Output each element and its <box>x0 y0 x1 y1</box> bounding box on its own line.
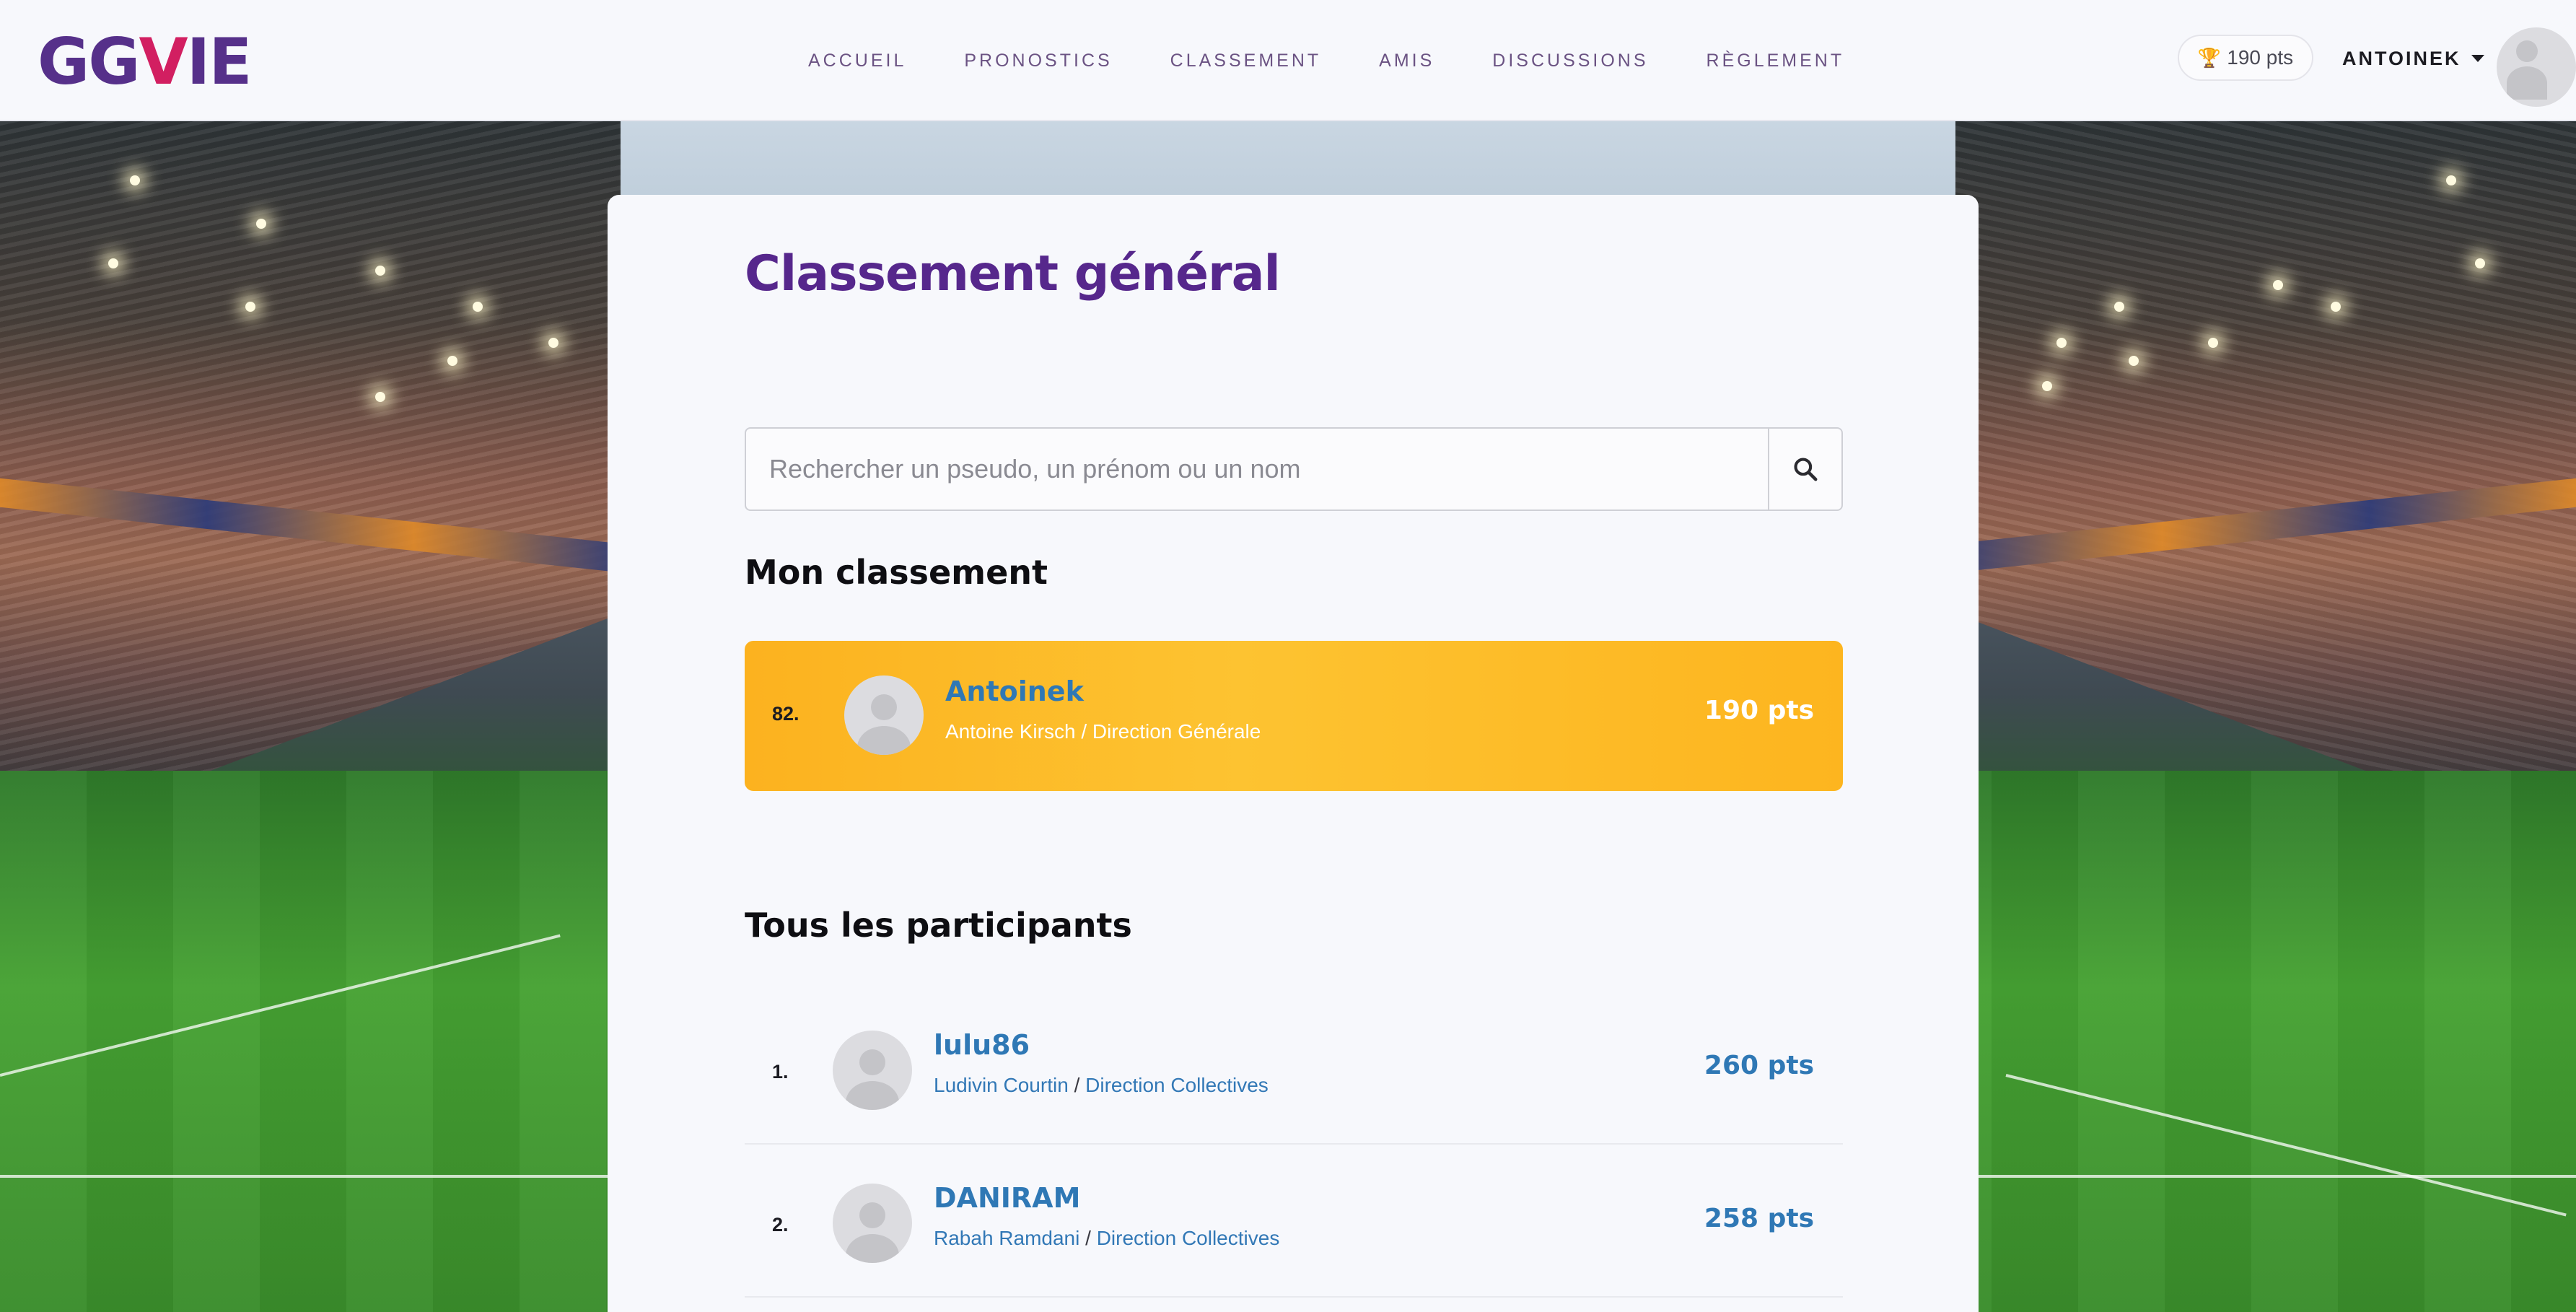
avatar <box>844 675 924 755</box>
search-bar <box>745 427 1843 511</box>
avatar <box>833 1031 912 1110</box>
points-badge: 🏆 190 pts <box>2178 35 2313 81</box>
participant-department: Direction Collectives <box>1096 1227 1280 1249</box>
nav-amis[interactable]: AMIS <box>1379 51 1434 71</box>
participant-name: Antoine Kirsch <box>945 720 1076 743</box>
pitch-line <box>0 1175 621 1178</box>
ggvie-logo[interactable]: GG V IE <box>38 25 252 99</box>
pitch-line <box>0 934 561 1077</box>
my-ranking-row[interactable]: 82. Antoinek Antoine Kirsch / Direction … <box>745 641 1843 791</box>
rank-number: 2. <box>772 1214 789 1236</box>
my-ranking-heading: Mon classement <box>745 553 1048 592</box>
participant-details: Rabah Ramdani / Direction Collectives <box>934 1227 1279 1250</box>
participant-name: Rabah Ramdani <box>934 1227 1080 1249</box>
participant-points: 190 pts <box>1704 696 1814 725</box>
participant-pseudo[interactable]: lulu86 <box>934 1029 1030 1061</box>
pitch-line <box>1955 1175 2576 1178</box>
logo-prefix: GG <box>38 24 140 99</box>
caret-down-icon <box>2471 55 2484 62</box>
avatar <box>833 1184 912 1263</box>
participant-points: 260 pts <box>1704 1051 1814 1080</box>
nav-classement[interactable]: CLASSEMENT <box>1170 51 1321 71</box>
participant-department: Direction Générale <box>1092 720 1261 743</box>
search-input[interactable] <box>746 429 1768 510</box>
nav-discussions[interactable]: DISCUSSIONS <box>1492 51 1648 71</box>
separator: / <box>1074 1074 1080 1096</box>
logo-suffix: IE <box>186 24 253 99</box>
participant-pseudo[interactable]: Antoinek <box>945 675 1084 707</box>
participant-name: Ludivin Courtin <box>934 1074 1069 1096</box>
separator: / <box>1085 1227 1091 1249</box>
username: ANTOINEK <box>2342 47 2461 69</box>
participant-row[interactable]: 2. DANIRAM Rabah Ramdani / Direction Col… <box>745 1146 1843 1298</box>
participant-row[interactable]: 1. lulu86 Ludivin Courtin / Direction Co… <box>745 993 1843 1145</box>
separator: / <box>1081 720 1087 743</box>
participant-points: 258 pts <box>1704 1204 1814 1233</box>
page-title: Classement général <box>745 245 1281 302</box>
participant-pseudo[interactable]: DANIRAM <box>934 1182 1080 1214</box>
nav-reglement[interactable]: RÈGLEMENT <box>1707 51 1845 71</box>
trophy-icon: 🏆 <box>2197 46 2222 69</box>
top-navigation-bar: GG V IE ACCUEIL PRONOSTICS CLASSEMENT AMIS… <box>0 0 2576 121</box>
rank-number: 1. <box>772 1061 789 1083</box>
participant-details: Antoine Kirsch / Direction Générale <box>945 720 1261 743</box>
nav-accueil[interactable]: ACCUEIL <box>808 51 906 71</box>
all-participants-heading: Tous les participants <box>745 906 1132 945</box>
pitch-line <box>2005 1074 2567 1217</box>
participant-details: Ludivin Courtin / Direction Collectives <box>934 1074 1269 1097</box>
user-menu-toggle[interactable]: ANTOINEK <box>2342 40 2484 76</box>
search-button[interactable] <box>1768 429 1841 510</box>
logo-check: V <box>139 24 188 99</box>
search-icon <box>1794 458 1818 481</box>
points-badge-value: 190 pts <box>2227 46 2294 69</box>
rank-number: 82. <box>772 703 799 725</box>
user-avatar[interactable] <box>2497 27 2576 107</box>
nav-pronostics[interactable]: PRONOSTICS <box>964 51 1112 71</box>
participant-department: Direction Collectives <box>1085 1074 1269 1096</box>
ranking-card: Classement général Mon classement 82. An… <box>608 195 1979 1312</box>
main-nav: ACCUEIL PRONOSTICS CLASSEMENT AMIS DISCU… <box>808 0 1902 121</box>
